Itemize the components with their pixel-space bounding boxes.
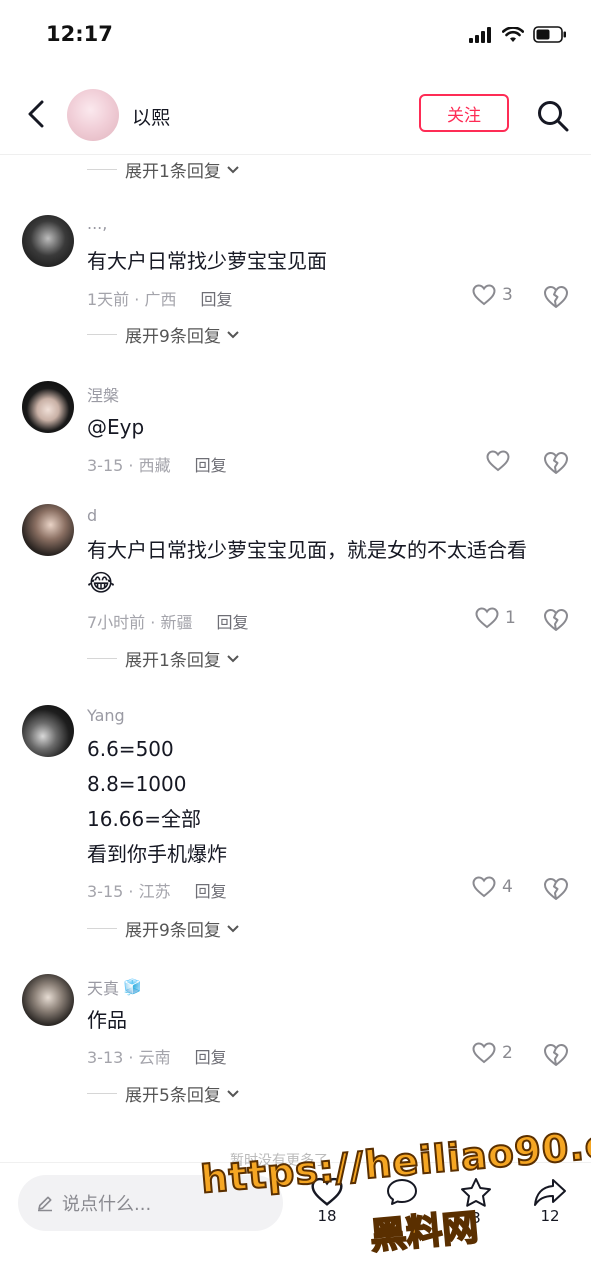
status-icons	[469, 26, 567, 43]
heart-icon	[472, 876, 496, 898]
emoji-laugh: 😂	[87, 569, 116, 597]
chevron-down-icon	[227, 654, 239, 662]
comment-time-location: 3-15 · 江苏	[87, 882, 171, 901]
comment-input-placeholder: 说点什么...	[62, 1194, 152, 1215]
pencil-icon	[38, 1196, 52, 1212]
expand-replies-button[interactable]: 展开9条回复	[87, 916, 239, 941]
expand-label: 展开9条回复	[125, 921, 221, 941]
comment-author-row[interactable]: 天真 🧊	[87, 975, 142, 999]
username[interactable]: 以熙	[132, 103, 170, 130]
expand-replies-button[interactable]: 展开9条回复	[87, 322, 239, 347]
divider-line	[87, 928, 117, 929]
comment-time-location: 3-15 · 西藏	[87, 456, 171, 475]
comment-text: 有大户日常找少萝宝宝见面	[87, 249, 327, 273]
reply-button[interactable]: 回复	[195, 452, 227, 476]
like-button[interactable]: 3	[472, 284, 513, 306]
divider-line	[87, 169, 117, 170]
comment-time-location: 7小时前 · 新疆	[87, 613, 193, 632]
comment-author[interactable]: 涅槃	[87, 382, 119, 406]
chevron-down-icon	[227, 1089, 239, 1097]
chevron-down-icon	[227, 330, 239, 338]
comment-meta: 1天前 · 广西 回复	[87, 286, 232, 310]
avatar[interactable]	[22, 705, 74, 757]
comment-text: 有大户日常找少萝宝宝见面，就是女的不太适合看	[87, 538, 527, 562]
heart-icon	[472, 284, 496, 306]
like-count: 1	[505, 608, 516, 628]
like-count: 3	[502, 285, 513, 305]
comment-meta: 3-13 · 云南 回复	[87, 1044, 227, 1068]
comment-text: 作品	[87, 1008, 127, 1032]
comment-author[interactable]: Yang	[87, 706, 125, 725]
share-count: 12	[540, 1207, 560, 1225]
share-arrow-icon	[534, 1179, 566, 1206]
comment-text-line: 16.66=全部	[87, 807, 202, 831]
expand-label: 展开1条回复	[125, 162, 221, 182]
comment-text: @Eyp	[87, 415, 145, 439]
comment-time-location: 1天前 · 广西	[87, 290, 177, 309]
heart-icon	[475, 607, 499, 629]
comment-time-location: 3-13 · 云南	[87, 1048, 171, 1067]
watermark-site-name: 黑料网	[368, 1206, 481, 1258]
avatar[interactable]	[67, 89, 119, 141]
avatar[interactable]	[22, 974, 74, 1026]
reply-button[interactable]: 回复	[195, 1044, 227, 1068]
comment-author[interactable]: d	[87, 506, 97, 525]
like-button[interactable]: 1	[475, 607, 516, 629]
status-time: 12:17	[46, 22, 113, 46]
divider-line	[87, 334, 117, 335]
broken-heart-icon[interactable]	[543, 877, 569, 901]
comment-author[interactable]: 天真	[87, 975, 119, 999]
ice-cube-badge: 🧊	[123, 978, 142, 996]
expand-label: 展开9条回复	[125, 327, 221, 347]
search-icon[interactable]	[536, 99, 570, 133]
like-button[interactable]	[486, 450, 516, 472]
expand-label: 展开1条回复	[125, 651, 221, 671]
reply-button[interactable]: 回复	[200, 286, 232, 310]
reply-button[interactable]: 回复	[195, 878, 227, 902]
profile-header: 以熙 关注	[0, 72, 591, 155]
chevron-down-icon	[227, 924, 239, 932]
like-button[interactable]: 4	[472, 876, 513, 898]
like-count: 2	[502, 1043, 513, 1063]
wifi-icon	[502, 26, 524, 42]
like-count: 4	[502, 877, 513, 897]
comment-text-line: 看到你手机爆炸	[87, 842, 227, 866]
chevron-down-icon	[227, 165, 239, 173]
battery-icon	[533, 26, 566, 43]
comment-text-line: 8.8=1000	[87, 772, 187, 796]
like-post-count: 18	[317, 1207, 337, 1225]
broken-heart-icon[interactable]	[543, 451, 569, 475]
reply-button[interactable]: 回复	[216, 609, 248, 633]
broken-heart-icon[interactable]	[543, 1043, 569, 1067]
expand-replies-button[interactable]: 展开1条回复	[87, 646, 239, 671]
comment-text-line: 6.6=500	[87, 737, 174, 761]
like-button[interactable]: 2	[472, 1042, 513, 1064]
heart-icon	[486, 450, 510, 472]
heart-icon	[472, 1042, 496, 1064]
broken-heart-icon[interactable]	[543, 608, 569, 632]
broken-heart-icon[interactable]	[543, 285, 569, 309]
signal-icon	[469, 26, 491, 43]
expand-replies-button[interactable]: 展开1条回复	[87, 157, 239, 182]
comment-meta: 3-15 · 西藏 回复	[87, 452, 227, 476]
avatar[interactable]	[22, 215, 74, 267]
comment-meta: 7小时前 · 新疆 回复	[87, 609, 248, 633]
comment-author[interactable]: ...,	[87, 214, 107, 233]
avatar[interactable]	[22, 381, 74, 433]
comment-meta: 3-15 · 江苏 回复	[87, 878, 227, 902]
back-icon[interactable]	[24, 99, 50, 129]
follow-button[interactable]: 关注	[419, 94, 509, 132]
divider-line	[87, 1093, 117, 1094]
expand-replies-button[interactable]: 展开5条回复	[87, 1081, 239, 1106]
avatar[interactable]	[22, 504, 74, 556]
expand-label: 展开5条回复	[125, 1086, 221, 1106]
divider-line	[87, 658, 117, 659]
share-button[interactable]: 12	[532, 1177, 568, 1225]
